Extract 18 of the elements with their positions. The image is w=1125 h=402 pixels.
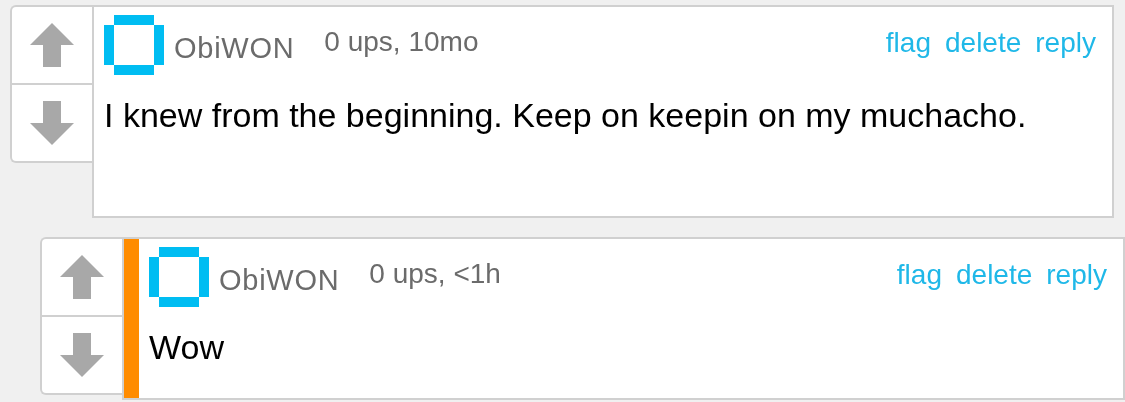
down-arrow-icon [58,331,106,379]
avatar-icon [104,15,164,75]
comment-action-link[interactable]: delete [956,254,1033,296]
comment-text: Wow [149,327,225,368]
comment-meta: 0 ups, 10mo [324,25,479,59]
up-arrow-icon [28,21,76,69]
comment-action-link[interactable]: flag [896,254,942,296]
comment-action-link[interactable]: flag [885,22,931,64]
comment-action-link[interactable]: reply [1046,254,1107,296]
up-arrow-icon [58,253,106,301]
username[interactable]: ObiWON [219,259,340,303]
comment-meta: 0 ups, <1h [369,257,501,291]
down-arrow-icon [28,99,76,147]
username[interactable]: ObiWON [174,27,295,71]
comment-text: I knew from the beginning. Keep on keepin on my muchacho. [104,95,1028,136]
comment-action-link[interactable]: delete [945,22,1022,64]
avatar-icon [149,247,209,307]
comment-action-link[interactable]: reply [1035,22,1096,64]
